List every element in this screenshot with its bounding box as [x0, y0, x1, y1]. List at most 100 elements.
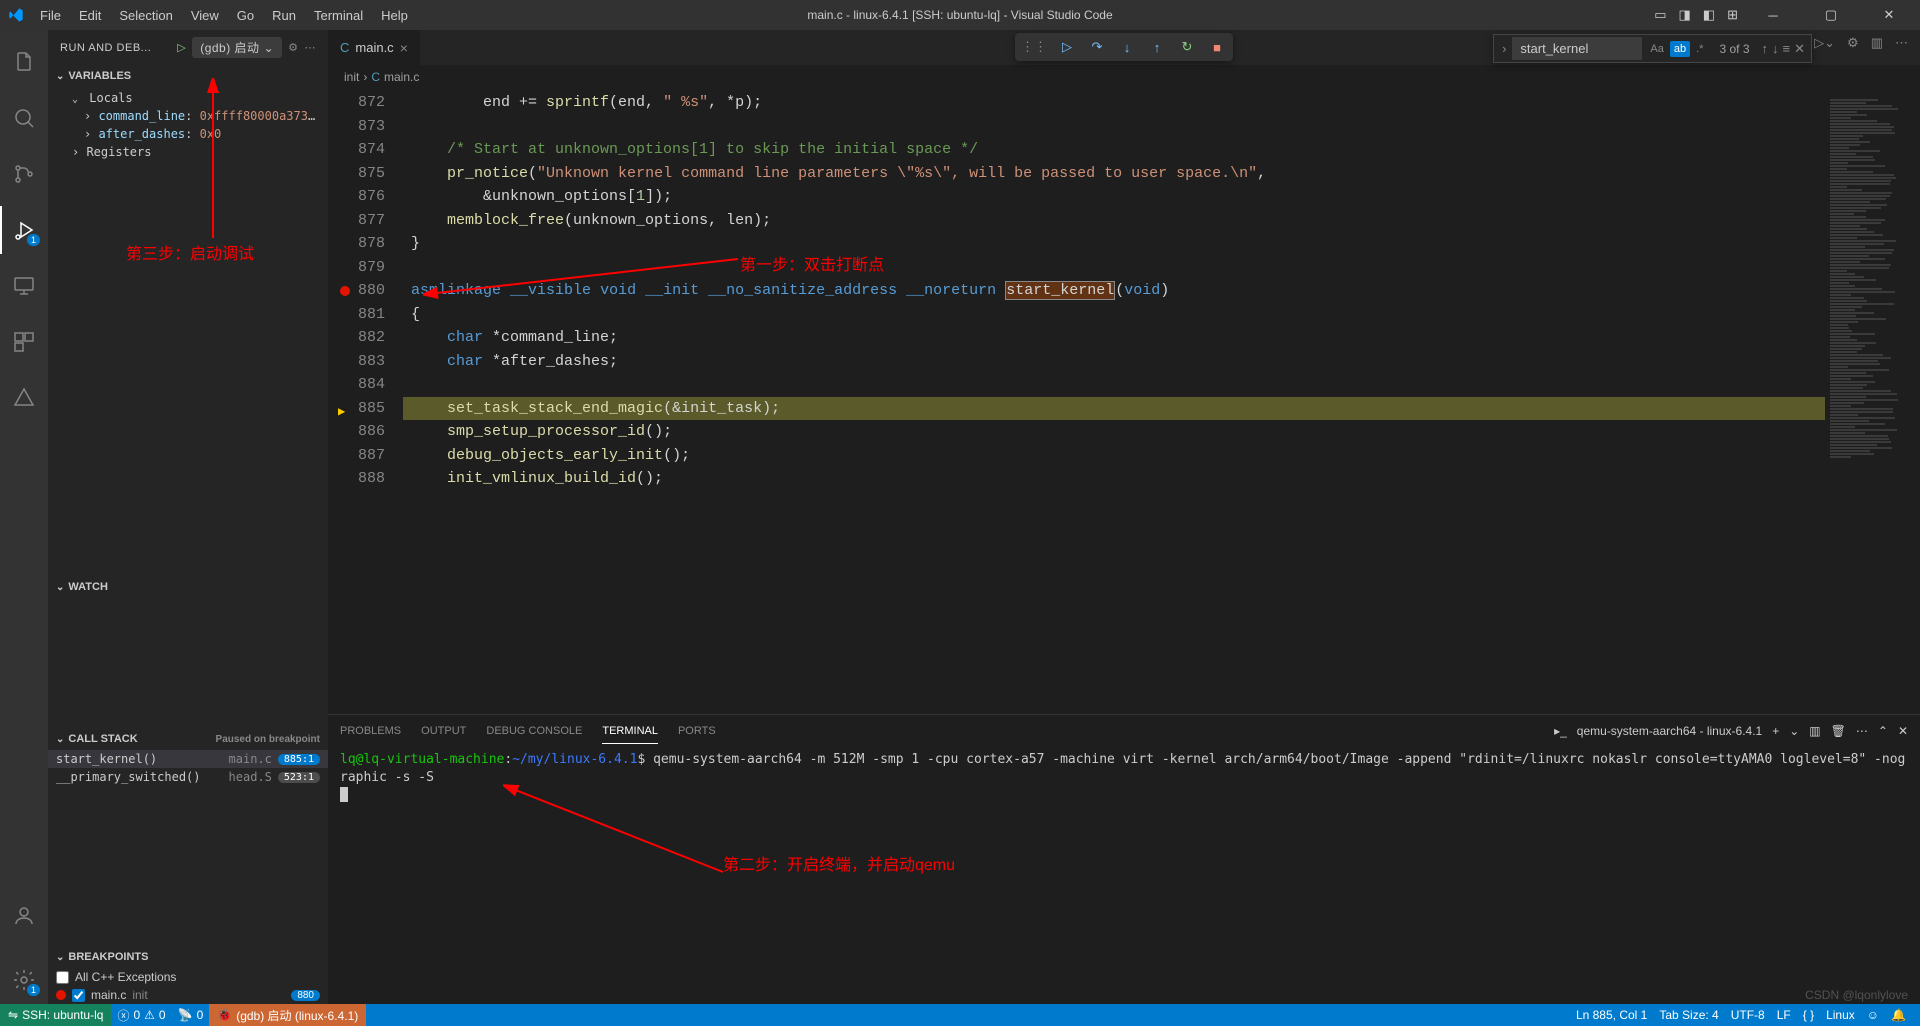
code-content[interactable]: end += sprintf(end, " %s", *p); /* Start…	[403, 89, 1825, 714]
minimap[interactable]	[1825, 89, 1920, 714]
continue-button[interactable]: ▷	[1057, 37, 1077, 57]
panel-tab-problems[interactable]: PROBLEMS	[340, 719, 401, 743]
selection-button[interactable]: ≡	[1783, 41, 1791, 57]
registers-group[interactable]: › Registers	[48, 143, 328, 161]
drag-handle-icon[interactable]: ⋮⋮	[1021, 39, 1047, 55]
more-icon[interactable]: ⋯	[1895, 35, 1908, 51]
explorer-icon[interactable]	[0, 38, 48, 86]
crumb[interactable]: init	[344, 70, 359, 84]
close-icon[interactable]: ×	[400, 40, 408, 56]
crumb[interactable]: main.c	[384, 70, 419, 84]
cmake-icon[interactable]	[0, 374, 48, 422]
debug-status[interactable]: 🐞 (gdb) 启动 (linux-6.4.1)	[209, 1004, 366, 1026]
debug-badge: 1	[27, 234, 40, 246]
restart-button[interactable]: ↻	[1177, 37, 1197, 57]
layout-icon[interactable]: ◧	[1703, 7, 1715, 23]
layout-icon[interactable]: ▭	[1654, 7, 1666, 23]
menu-file[interactable]: File	[32, 4, 69, 27]
breadcrumb[interactable]: init › C main.c	[328, 65, 1920, 89]
variables-section[interactable]: ⌄VARIABLES	[48, 65, 328, 87]
match-case-button[interactable]: Aa	[1646, 41, 1667, 57]
close-button[interactable]: ✕	[1866, 0, 1912, 30]
editor-tab[interactable]: C main.c ×	[328, 30, 421, 65]
account-icon[interactable]	[0, 892, 48, 940]
panel-tab-ports[interactable]: PORTS	[678, 719, 716, 743]
ports-button[interactable]: 📡 0	[172, 1008, 210, 1022]
maximize-button[interactable]: ▢	[1808, 0, 1854, 30]
source-control-icon[interactable]	[0, 150, 48, 198]
split-terminal-button[interactable]: ▥	[1809, 724, 1820, 738]
callstack-section[interactable]: ⌄CALL STACKPaused on breakpoint	[48, 728, 328, 750]
feedback-icon[interactable]: ☺	[1861, 1008, 1885, 1022]
menu-help[interactable]: Help	[373, 4, 416, 27]
chevron-down-icon[interactable]: ⌄	[1789, 724, 1799, 738]
term-path: ~/my/linux-6.4.1	[512, 752, 637, 767]
eol[interactable]: LF	[1771, 1008, 1797, 1022]
menu-run[interactable]: Run	[264, 4, 304, 27]
add-terminal-button[interactable]: +	[1772, 724, 1779, 738]
stop-button[interactable]: ■	[1207, 37, 1227, 57]
debug-config-select[interactable]: (gdb) 启动 ⌄	[192, 37, 282, 58]
search-toggle-icon[interactable]: ›	[1496, 37, 1512, 60]
whole-word-button[interactable]: ab	[1670, 41, 1690, 57]
search-icon[interactable]	[0, 94, 48, 142]
panel-tab-output[interactable]: OUTPUT	[421, 719, 466, 743]
remote-icon[interactable]	[0, 262, 48, 310]
maximize-panel-button[interactable]: ⌃	[1878, 724, 1888, 738]
more-icon[interactable]: ⋯	[1856, 724, 1868, 738]
callstack-frame[interactable]: start_kernel()main.c885:1	[48, 750, 328, 768]
cursor-position[interactable]: Ln 885, Col 1	[1570, 1008, 1653, 1022]
menu-terminal[interactable]: Terminal	[306, 4, 371, 27]
regex-button[interactable]: .*	[1692, 41, 1707, 57]
bracket-icon[interactable]: { }	[1797, 1008, 1820, 1022]
layout-icon[interactable]: ◨	[1679, 7, 1691, 23]
terminal[interactable]: lq@lq-virtual-machine:~/my/linux-6.4.1$ …	[328, 747, 1920, 1004]
variable-item[interactable]: › command_line: 0xffff80000a373fe0 …	[48, 107, 328, 125]
tab-label: main.c	[355, 40, 393, 55]
next-match-button[interactable]: ↓	[1772, 41, 1779, 57]
gear-icon[interactable]: ⚙	[288, 41, 298, 54]
step-into-button[interactable]: ↓	[1117, 37, 1137, 57]
settings-icon[interactable]: 1	[0, 956, 48, 1004]
menu-selection[interactable]: Selection	[111, 4, 180, 27]
breakpoint-item[interactable]: All C++ Exceptions	[48, 968, 328, 986]
panel-tab-terminal[interactable]: TERMINAL	[602, 719, 658, 744]
breakpoints-section[interactable]: ⌄BREAKPOINTS	[48, 946, 328, 968]
close-panel-button[interactable]: ✕	[1898, 724, 1908, 738]
section-title: CALL STACK	[68, 733, 137, 745]
prev-match-button[interactable]: ↑	[1762, 41, 1769, 57]
more-icon[interactable]: ⋯	[305, 41, 317, 54]
callstack-frame[interactable]: __primary_switched()head.S523:1	[48, 768, 328, 786]
menu-view[interactable]: View	[183, 4, 227, 27]
encoding[interactable]: UTF-8	[1725, 1008, 1771, 1022]
close-search-button[interactable]: ✕	[1794, 41, 1805, 57]
bell-icon[interactable]: 🔔	[1885, 1008, 1912, 1022]
step-over-button[interactable]: ↷	[1087, 37, 1107, 57]
minimize-button[interactable]: ─	[1750, 0, 1796, 30]
start-debug-button[interactable]: ▷	[177, 41, 186, 54]
language-mode[interactable]: Linux	[1820, 1008, 1861, 1022]
locals-group[interactable]: ⌄ Locals	[48, 89, 328, 107]
variable-item[interactable]: › after_dashes: 0x0	[48, 125, 328, 143]
menu-edit[interactable]: Edit	[71, 4, 109, 27]
trash-icon[interactable]: 🗑	[1831, 724, 1846, 738]
search-input[interactable]	[1512, 37, 1642, 60]
run-icon[interactable]: ▷⌄	[1814, 35, 1835, 51]
extensions-icon[interactable]	[0, 318, 48, 366]
tab-size[interactable]: Tab Size: 4	[1653, 1008, 1724, 1022]
split-icon[interactable]: ▥	[1871, 35, 1883, 51]
code-editor[interactable]: 872873874875876877878879880881882883884▶…	[328, 89, 1920, 714]
debug-icon[interactable]: 1	[0, 206, 48, 254]
panel-tab-debug-console[interactable]: DEBUG CONSOLE	[486, 719, 582, 743]
remote-indicator[interactable]: ⇋ SSH: ubuntu-lq	[0, 1004, 111, 1026]
step-out-button[interactable]: ↑	[1147, 37, 1167, 57]
gear-icon[interactable]: ⚙	[1847, 35, 1859, 51]
gutter[interactable]: 872873874875876877878879880881882883884▶…	[328, 89, 403, 714]
c-file-icon: C	[340, 40, 349, 55]
breakpoint-item[interactable]: main.c init880	[48, 986, 328, 1004]
errors-button[interactable]: ⓧ 0 ⚠ 0	[111, 1007, 171, 1024]
layout-icon[interactable]: ⊞	[1727, 7, 1738, 23]
term-user: lq@lq-virtual-machine	[340, 752, 504, 767]
menu-go[interactable]: Go	[229, 4, 262, 27]
watch-section[interactable]: ⌄WATCH	[48, 576, 328, 598]
